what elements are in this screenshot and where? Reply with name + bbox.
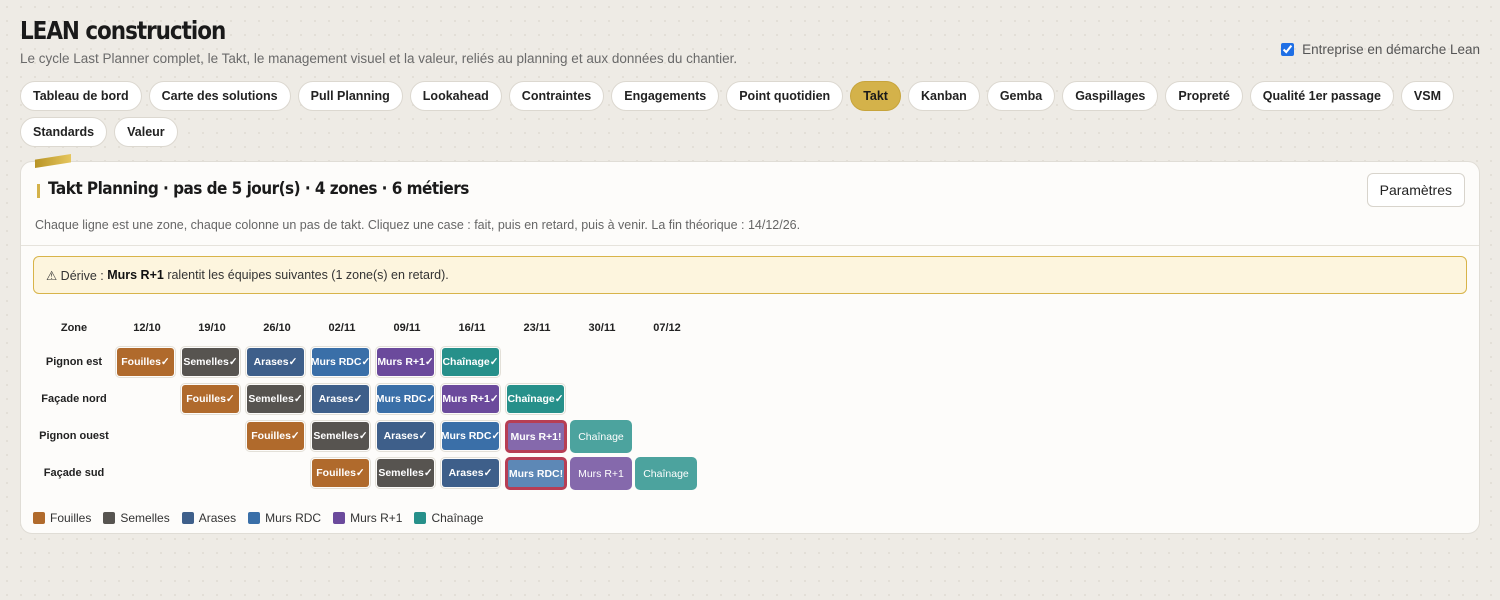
lean-checkbox[interactable] (1281, 43, 1295, 56)
alert-trade: Murs R+1 (107, 268, 164, 282)
takt-card: Takt Planning · pas de 5 jour(s) · 4 zon… (20, 154, 1480, 534)
step-header: 30/11 (588, 322, 616, 334)
step-header: 12/10 (133, 322, 161, 334)
takt-cell[interactable]: Arases✓ (377, 422, 434, 450)
takt-cell[interactable]: Murs RDC✓ (376, 385, 435, 413)
legend-swatch (181, 512, 194, 524)
takt-cell[interactable]: Arases✓ (312, 385, 369, 413)
takt-cell[interactable]: Fouilles✓ (117, 348, 174, 376)
takt-cell[interactable]: Arases✓ (442, 459, 499, 487)
step-header: 26/10 (263, 322, 291, 334)
takt-cell[interactable]: Murs R+1! (505, 420, 567, 453)
lean-toggle[interactable]: Entreprise en démarche Lean (1281, 42, 1480, 57)
takt-cell[interactable]: Fouilles✓ (247, 422, 304, 450)
tab-kanban[interactable]: Kanban (907, 81, 980, 111)
tab-tableau-de-bord[interactable]: Tableau de bord (20, 81, 142, 111)
trade-legend: Fouilles Semelles Arases Murs RDC Murs R+1 Ch… (33, 511, 483, 525)
step-header: 09/11 (393, 322, 421, 334)
module-tabs: Tableau de bord Carte des solutions Pull P… (20, 81, 1480, 147)
card-title: Takt Planning · pas de 5 jour(s) · 4 zon… (48, 179, 469, 199)
step-header: 02/11 (328, 322, 356, 334)
tab-takt[interactable]: Takt (850, 81, 901, 111)
tab-qualite-1er-passage[interactable]: Qualité 1er passage (1249, 81, 1394, 111)
legend-label: Chaînage (431, 511, 484, 525)
takt-cell[interactable]: Semelles✓ (182, 348, 239, 376)
step-header: 23/11 (523, 322, 551, 334)
tab-valeur[interactable]: Valeur (114, 117, 178, 147)
tab-gaspillages[interactable]: Gaspillages (1062, 81, 1159, 111)
legend-item: Murs R+1 (333, 511, 402, 525)
legend-swatch (248, 512, 261, 524)
tab-contraintes[interactable]: Contraintes (508, 81, 605, 111)
card-header: Takt Planning · pas de 5 jour(s) · 4 zon… (21, 162, 1479, 246)
takt-cell[interactable]: Murs R+1✓ (377, 348, 434, 376)
step-header: 07/12 (653, 322, 681, 334)
legend-swatch (333, 512, 346, 524)
tab-engagements[interactable]: Engagements (611, 81, 720, 111)
takt-cell[interactable]: Murs RDC✓ (311, 348, 370, 376)
legend-item: Chaînage (414, 511, 483, 525)
takt-cell[interactable]: Chaînage (570, 420, 632, 453)
tab-standards[interactable]: Standards (20, 117, 108, 147)
tab-pull-planning[interactable]: Pull Planning (297, 81, 403, 111)
zone-label: Pignon est (45, 356, 103, 368)
card-description: Chaque ligne est une zone, chaque colonn… (35, 218, 801, 232)
legend-item: Arases (181, 511, 237, 525)
zone-label: Façade sud (43, 467, 105, 479)
lean-toggle-label: Entreprise en démarche Lean (1302, 42, 1480, 57)
app-title: LEAN construction (20, 16, 226, 45)
takt-cell[interactable]: Semelles✓ (247, 385, 304, 413)
legend-item: Murs RDC (248, 511, 321, 525)
takt-cell[interactable]: Semelles✓ (312, 422, 369, 450)
legend-label: Fouilles (50, 511, 92, 525)
takt-cell[interactable]: Murs RDC! (505, 457, 567, 490)
takt-cell[interactable]: Chaînage✓ (507, 385, 564, 413)
takt-cell[interactable]: Fouilles✓ (312, 459, 369, 487)
takt-cell[interactable]: Murs R+1 (570, 457, 632, 490)
tab-gemba[interactable]: Gemba (986, 81, 1056, 111)
legend-label: Semelles (120, 511, 170, 525)
takt-cell[interactable]: Fouilles✓ (182, 385, 239, 413)
tab-proprete[interactable]: Propreté (1165, 81, 1243, 111)
takt-cell[interactable]: Semelles✓ (377, 459, 434, 487)
tab-lookahead[interactable]: Lookahead (409, 81, 502, 111)
takt-cell[interactable]: Chaînage (635, 457, 697, 490)
takt-cell[interactable]: Chaînage✓ (442, 348, 499, 376)
title-accent-bar (37, 184, 40, 198)
alert-prefix: ⚠ Dérive : (46, 268, 108, 283)
tab-vsm[interactable]: VSM (1400, 81, 1455, 111)
zone-column-header: Zone (60, 322, 88, 334)
legend-swatch (414, 512, 427, 524)
legend-label: Arases (198, 511, 237, 525)
takt-cell[interactable]: Arases✓ (247, 348, 304, 376)
step-header: 16/11 (458, 322, 486, 334)
zone-label: Pignon ouest (39, 430, 109, 442)
tab-point-quotidien[interactable]: Point quotidien (726, 81, 844, 111)
parameters-button[interactable]: Paramètres (1366, 173, 1465, 207)
takt-cell[interactable]: Murs RDC✓ (441, 422, 500, 450)
alert-suffix: ralentit les équipes suivantes (1 zone(s… (163, 268, 449, 282)
drift-alert: ⚠ Dérive : Murs R+1 ralentit les équipes… (33, 256, 1467, 294)
step-header: 19/10 (198, 322, 226, 334)
legend-item: Semelles (103, 511, 170, 525)
legend-swatch (103, 512, 116, 524)
takt-cell[interactable]: Murs R+1✓ (442, 385, 499, 413)
legend-label: Murs R+1 (350, 511, 403, 525)
app-subtitle: Le cycle Last Planner complet, le Takt, … (20, 51, 738, 66)
tab-carte-des-solutions[interactable]: Carte des solutions (148, 81, 291, 111)
legend-item: Fouilles (33, 511, 91, 525)
zone-label: Façade nord (41, 393, 107, 405)
legend-label: Murs RDC (265, 511, 322, 525)
legend-swatch (33, 512, 45, 524)
